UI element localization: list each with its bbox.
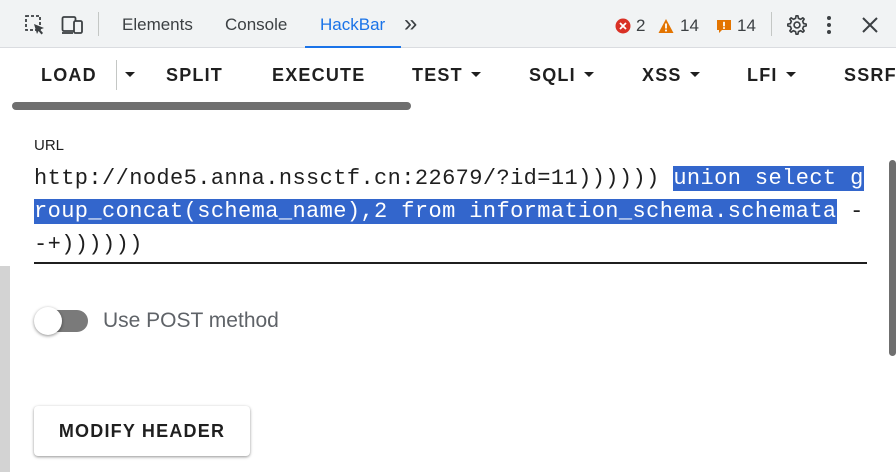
toolbar-horizontal-scrollbar[interactable] bbox=[12, 102, 411, 110]
xss-menu-label: XSS bbox=[642, 65, 682, 85]
load-split-divider bbox=[116, 60, 117, 90]
warnings-count: 14 bbox=[680, 16, 699, 35]
errors-count: 2 bbox=[636, 16, 646, 35]
warnings-badge[interactable]: 14 bbox=[657, 16, 699, 36]
left-panel-edge bbox=[0, 266, 10, 472]
gear-icon[interactable] bbox=[786, 14, 808, 36]
modify-header-button[interactable]: MODIFY HEADER bbox=[34, 406, 250, 456]
chevron-down-icon bbox=[125, 72, 135, 78]
test-menu-label: TEST bbox=[412, 65, 463, 85]
tab-console[interactable]: Console bbox=[225, 0, 287, 48]
url-text-plain: http://node5.anna.nssctf.cn:22679/?id=11… bbox=[34, 166, 674, 191]
hackbar-toolbar: LOAD SPLIT EXECUTE TEST SQLI XSS LFI SSR… bbox=[0, 48, 896, 102]
ssrf-menu-button[interactable]: SSRF bbox=[844, 48, 896, 102]
chevron-down-icon bbox=[470, 72, 481, 78]
load-button[interactable]: LOAD bbox=[41, 48, 97, 102]
lfi-menu-label: LFI bbox=[747, 65, 778, 85]
errors-badge[interactable]: 2 bbox=[615, 16, 645, 36]
issues-badge[interactable]: 14 bbox=[716, 16, 756, 36]
sqli-menu-label: SQLI bbox=[529, 65, 576, 85]
chevron-down-icon bbox=[583, 72, 594, 78]
execute-button[interactable]: EXECUTE bbox=[272, 48, 365, 102]
error-icon bbox=[615, 18, 631, 34]
toolbar-divider bbox=[771, 12, 772, 36]
load-dropdown-button[interactable] bbox=[121, 48, 141, 102]
split-button[interactable]: SPLIT bbox=[166, 48, 223, 102]
vertical-scrollbar[interactable] bbox=[889, 160, 896, 356]
toolbar-divider bbox=[98, 12, 99, 36]
url-textarea[interactable]: http://node5.anna.nssctf.cn:22679/?id=11… bbox=[34, 162, 867, 264]
post-method-label: Use POST method bbox=[103, 309, 279, 332]
inspect-element-icon[interactable] bbox=[24, 14, 46, 36]
url-label: URL bbox=[34, 137, 65, 154]
url-text: http://node5.anna.nssctf.cn:22679/?id=11… bbox=[34, 162, 867, 261]
sqli-menu-button[interactable]: SQLI bbox=[529, 48, 594, 102]
ssrf-menu-label: SSRF bbox=[844, 65, 896, 85]
kebab-menu-icon[interactable] bbox=[825, 14, 833, 36]
toggle-knob bbox=[34, 307, 62, 335]
lfi-menu-button[interactable]: LFI bbox=[747, 48, 796, 102]
test-menu-button[interactable]: TEST bbox=[412, 48, 481, 102]
post-method-toggle[interactable] bbox=[34, 307, 88, 335]
close-icon[interactable] bbox=[861, 14, 879, 36]
tab-elements[interactable]: Elements bbox=[122, 0, 193, 48]
xss-menu-button[interactable]: XSS bbox=[642, 48, 700, 102]
warning-icon bbox=[658, 19, 674, 33]
more-tabs-icon[interactable]: » bbox=[404, 0, 417, 48]
chevron-down-icon bbox=[689, 72, 700, 78]
chevron-down-icon bbox=[785, 72, 796, 78]
issue-icon bbox=[717, 20, 731, 33]
tab-hackbar[interactable]: HackBar bbox=[305, 0, 401, 48]
device-toolbar-icon[interactable] bbox=[61, 14, 83, 36]
issues-count: 14 bbox=[737, 16, 756, 35]
devtools-tab-bar: Elements Console HackBar » 2 14 14 bbox=[0, 0, 896, 48]
